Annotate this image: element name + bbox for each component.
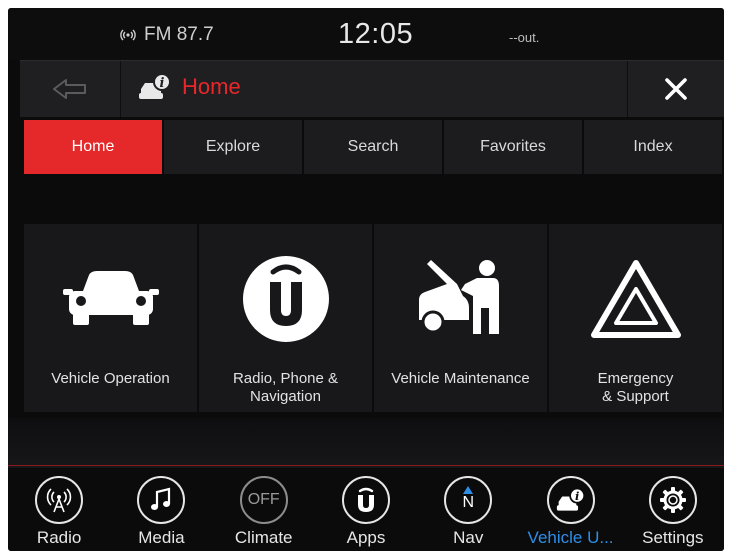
close-icon: [665, 78, 687, 100]
hazard-triangle-icon: [590, 260, 681, 338]
radio-station: FM 87.7: [144, 24, 214, 45]
tile-label: Vehicle Maintenance: [391, 370, 530, 387]
nav-apps[interactable]: Apps: [315, 468, 417, 551]
climate-off-icon: OFF: [239, 476, 288, 524]
tab-favorites[interactable]: Favorites: [444, 120, 582, 174]
nav-settings[interactable]: Settings: [622, 468, 724, 551]
nav-label: Vehicle U...: [527, 528, 614, 547]
tile-radio-phone-navigation[interactable]: Radio, Phone & Navigation: [199, 224, 372, 412]
page-title-group: i Home: [138, 73, 241, 101]
nav-label: Climate: [234, 528, 293, 547]
car-front-icon: [62, 271, 159, 325]
tab-index[interactable]: Index: [584, 120, 722, 174]
mechanic-icon: [418, 260, 499, 334]
broadcast-icon: [120, 29, 136, 41]
clock: 12:05: [338, 18, 414, 50]
nav-label: Radio: [36, 528, 82, 547]
compass-north-text: N: [462, 494, 475, 511]
music-note-icon: [137, 476, 186, 524]
nav-label: Apps: [346, 528, 386, 547]
radio-indicator[interactable]: FM 87.7: [120, 24, 214, 46]
uconnect-icon: [242, 256, 329, 342]
nav-nav[interactable]: N Nav: [417, 468, 519, 551]
nav-climate[interactable]: OFF Climate: [213, 468, 315, 551]
tile-label: Emergency & Support: [597, 370, 674, 405]
vehicle-info-icon: i: [139, 73, 171, 99]
tile-vehicle-operation[interactable]: Vehicle Operation: [24, 224, 197, 412]
climate-off-text: OFF: [247, 491, 280, 508]
status-bar: FM 87.7 12:05 --out.: [8, 8, 724, 60]
divider: [8, 465, 724, 466]
outside-temperature: --out.: [509, 30, 540, 45]
page-title: Home: [182, 74, 241, 99]
nav-radio[interactable]: Radio: [8, 468, 110, 551]
tile-vehicle-maintenance[interactable]: Vehicle Maintenance: [374, 224, 547, 412]
back-arrow-icon: [53, 79, 86, 99]
bottom-nav: Radio Media OFF Climate Apps N Nav i Veh…: [8, 468, 724, 551]
tile-label: Vehicle Operation: [51, 370, 170, 387]
close-button[interactable]: [627, 61, 724, 117]
vehicle-info-icon: i: [546, 476, 595, 524]
infotainment-screen: FM 87.7 12:05 --out. i Home Home Explore…: [8, 8, 724, 551]
nav-vehicle-user-guide[interactable]: i Vehicle U...: [519, 468, 621, 551]
nav-label: Media: [138, 528, 185, 547]
svg-text:i: i: [575, 489, 579, 503]
decorative-band: [8, 418, 724, 468]
tab-search[interactable]: Search: [304, 120, 442, 174]
tab-bar: Home Explore Search Favorites Index: [24, 120, 722, 174]
back-button[interactable]: [20, 61, 121, 117]
compass-icon: N: [444, 476, 493, 524]
radio-icon: [35, 476, 84, 524]
tab-home[interactable]: Home: [24, 120, 162, 174]
tile-label: Radio, Phone & Navigation: [232, 370, 339, 405]
tile-emergency-support[interactable]: Emergency & Support: [549, 224, 722, 412]
title-bar: i Home: [20, 60, 724, 117]
home-tiles: Vehicle Operation Radio, Phone & Navigat…: [24, 224, 722, 412]
nav-label: Nav: [453, 528, 484, 547]
gear-icon: [648, 476, 697, 524]
nav-media[interactable]: Media: [110, 468, 212, 551]
uconnect-apps-icon: [341, 476, 390, 524]
svg-text:i: i: [160, 76, 165, 91]
tab-explore[interactable]: Explore: [164, 120, 302, 174]
nav-label: Settings: [642, 528, 704, 547]
